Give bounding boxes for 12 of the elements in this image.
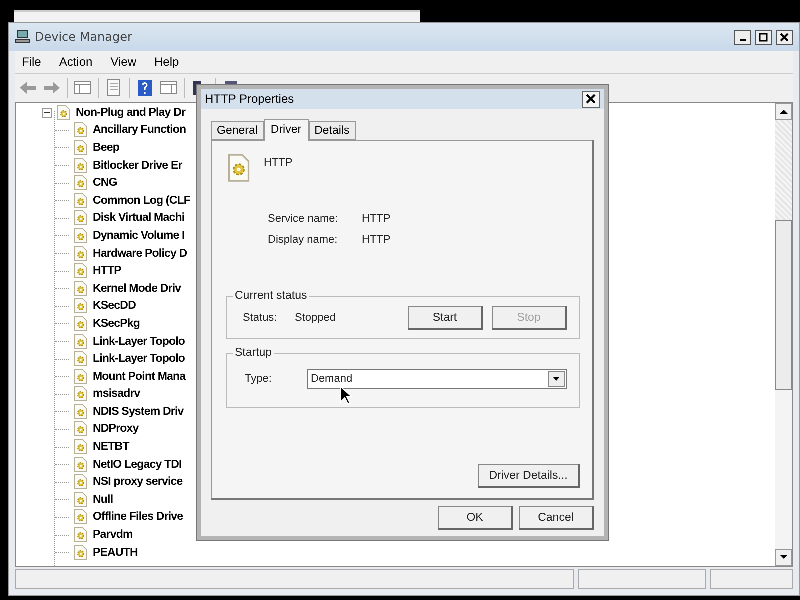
window-title: Device Manager [35, 30, 134, 44]
type-label: Type: [245, 373, 273, 385]
driver-name: HTTP [264, 157, 293, 169]
status-label: Status: [243, 312, 278, 324]
field-label: Service name: [268, 213, 340, 225]
field-label: Display name: [268, 234, 339, 246]
dialog-title: HTTP Properties [205, 92, 294, 106]
status-value: Stopped [295, 312, 337, 324]
field-value: HTTP [362, 213, 392, 225]
group-label: Current status [234, 290, 308, 302]
group-label: Startup [234, 347, 274, 359]
field-value: HTTP [362, 234, 392, 246]
